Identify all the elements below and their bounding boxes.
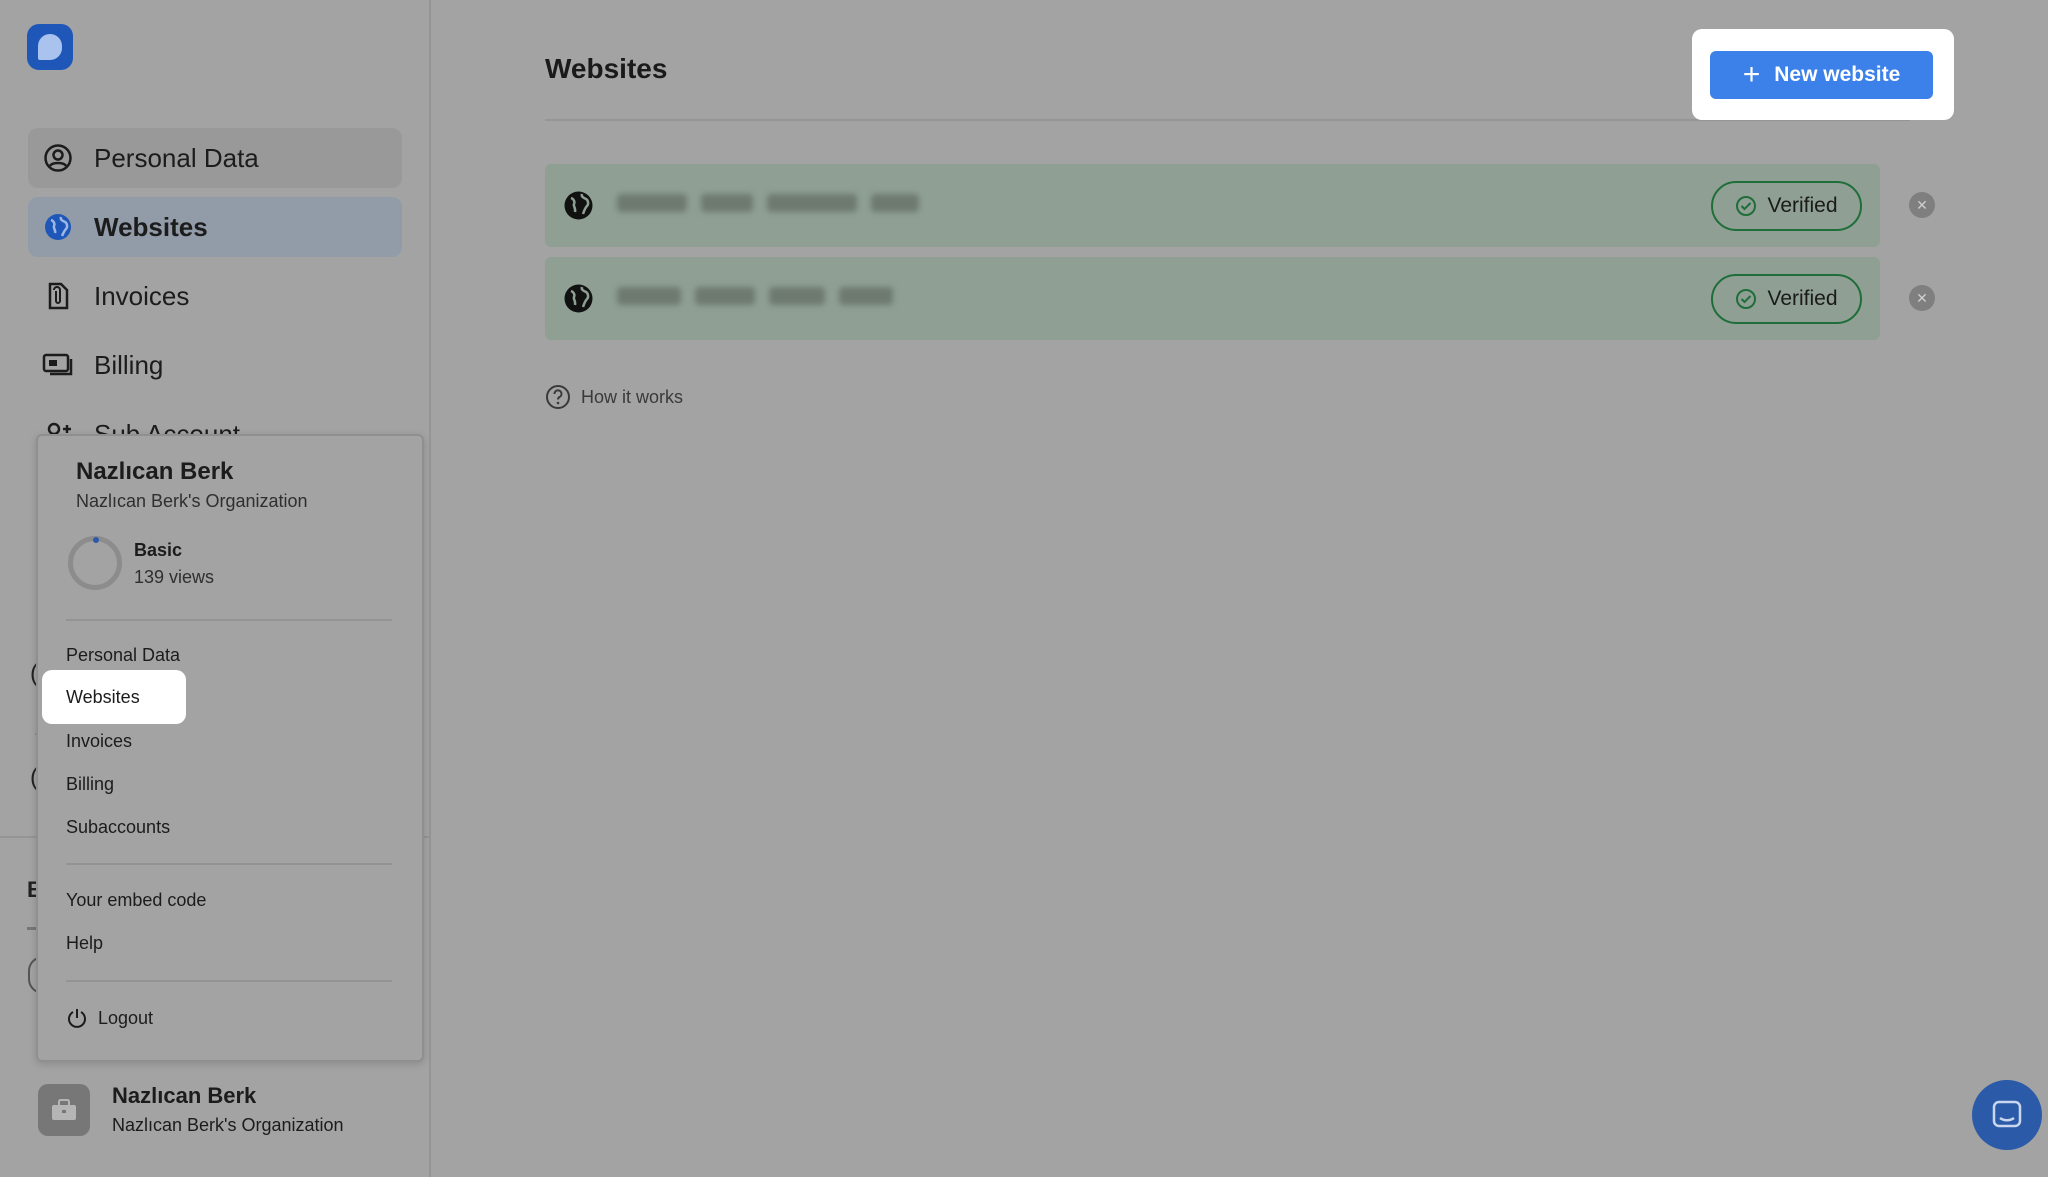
website-row[interactable]: Verified [545, 257, 1880, 340]
new-website-highlight: + New website [1692, 29, 1954, 120]
menu-item-invoices[interactable]: Invoices [66, 731, 132, 752]
cash-icon [42, 349, 74, 381]
new-website-button[interactable]: + New website [1710, 51, 1933, 99]
sidebar-item-billing[interactable]: Billing [28, 335, 402, 395]
menu-item-billing[interactable]: Billing [66, 774, 114, 795]
menu-divider [66, 619, 392, 621]
new-website-label: New website [1774, 63, 1901, 86]
plan-usage-ring [68, 536, 122, 590]
website-url-blurred [617, 194, 919, 216]
verified-badge: Verified [1711, 274, 1862, 324]
sidebar-item-label: Invoices [94, 280, 190, 311]
menu-item-embed-code[interactable]: Your embed code [66, 890, 206, 911]
check-circle-icon [1735, 288, 1757, 310]
check-circle-icon [1735, 195, 1757, 217]
remove-website-icon[interactable]: ✕ [1909, 192, 1935, 218]
power-icon [66, 1007, 88, 1029]
sidebar-item-label: Websites [94, 211, 208, 242]
website-row[interactable]: Verified [545, 164, 1880, 247]
globe-icon [564, 191, 593, 220]
how-it-works-link[interactable]: How it works [545, 384, 683, 410]
sidebar-item-label: Personal Data [94, 142, 259, 173]
verified-badge: Verified [1711, 181, 1862, 231]
website-url-blurred [617, 287, 893, 309]
chat-launcher-button[interactable] [1972, 1080, 2042, 1150]
question-circle-icon [545, 384, 571, 410]
globe-icon [42, 211, 74, 243]
plan-views: 139 views [134, 567, 215, 587]
sidebar-item-websites[interactable]: Websites [28, 197, 402, 257]
verified-label: Verified [1767, 194, 1838, 217]
app-logo[interactable] [27, 24, 73, 70]
menu-divider [66, 980, 392, 982]
plan-name: Basic [134, 540, 183, 560]
logout-button[interactable]: Logout [66, 1007, 153, 1029]
how-it-works-label: How it works [581, 386, 684, 407]
account-menu-org: Nazlıcan Berk's Organization [76, 491, 308, 511]
verified-label: Verified [1767, 287, 1838, 310]
globe-icon [564, 284, 593, 313]
chat-icon [1992, 1100, 2022, 1128]
plan-usage-indicator [93, 537, 99, 543]
plus-icon: + [1742, 58, 1761, 91]
sidebar-item-invoices[interactable]: Invoices [28, 266, 402, 326]
account-name: Nazlıcan Berk [112, 1083, 257, 1108]
menu-item-personal-data[interactable]: Personal Data [66, 645, 180, 666]
page-title: Websites [545, 53, 668, 84]
menu-item-help[interactable]: Help [66, 933, 103, 954]
account-menu-name: Nazlıcan Berk [76, 458, 234, 485]
briefcase-icon [38, 1083, 90, 1136]
menu-divider [66, 863, 392, 865]
menu-item-websites[interactable]: Websites [42, 670, 186, 724]
file-clip-icon [42, 280, 74, 312]
menu-item-subaccounts[interactable]: Subaccounts [66, 817, 170, 838]
account-org: Nazlıcan Berk's Organization [112, 1115, 344, 1135]
logout-label: Logout [98, 1007, 154, 1028]
sidebar-item-label: Billing [94, 349, 164, 380]
user-circle-icon [42, 142, 74, 174]
remove-website-icon[interactable]: ✕ [1909, 285, 1935, 311]
sidebar-item-personal-data[interactable]: Personal Data [28, 128, 402, 188]
account-menu: Nazlıcan Berk Nazlıcan Berk's Organizati… [36, 434, 424, 1062]
account-switcher[interactable]: Nazlıcan Berk Nazlıcan Berk's Organizati… [38, 1083, 344, 1136]
